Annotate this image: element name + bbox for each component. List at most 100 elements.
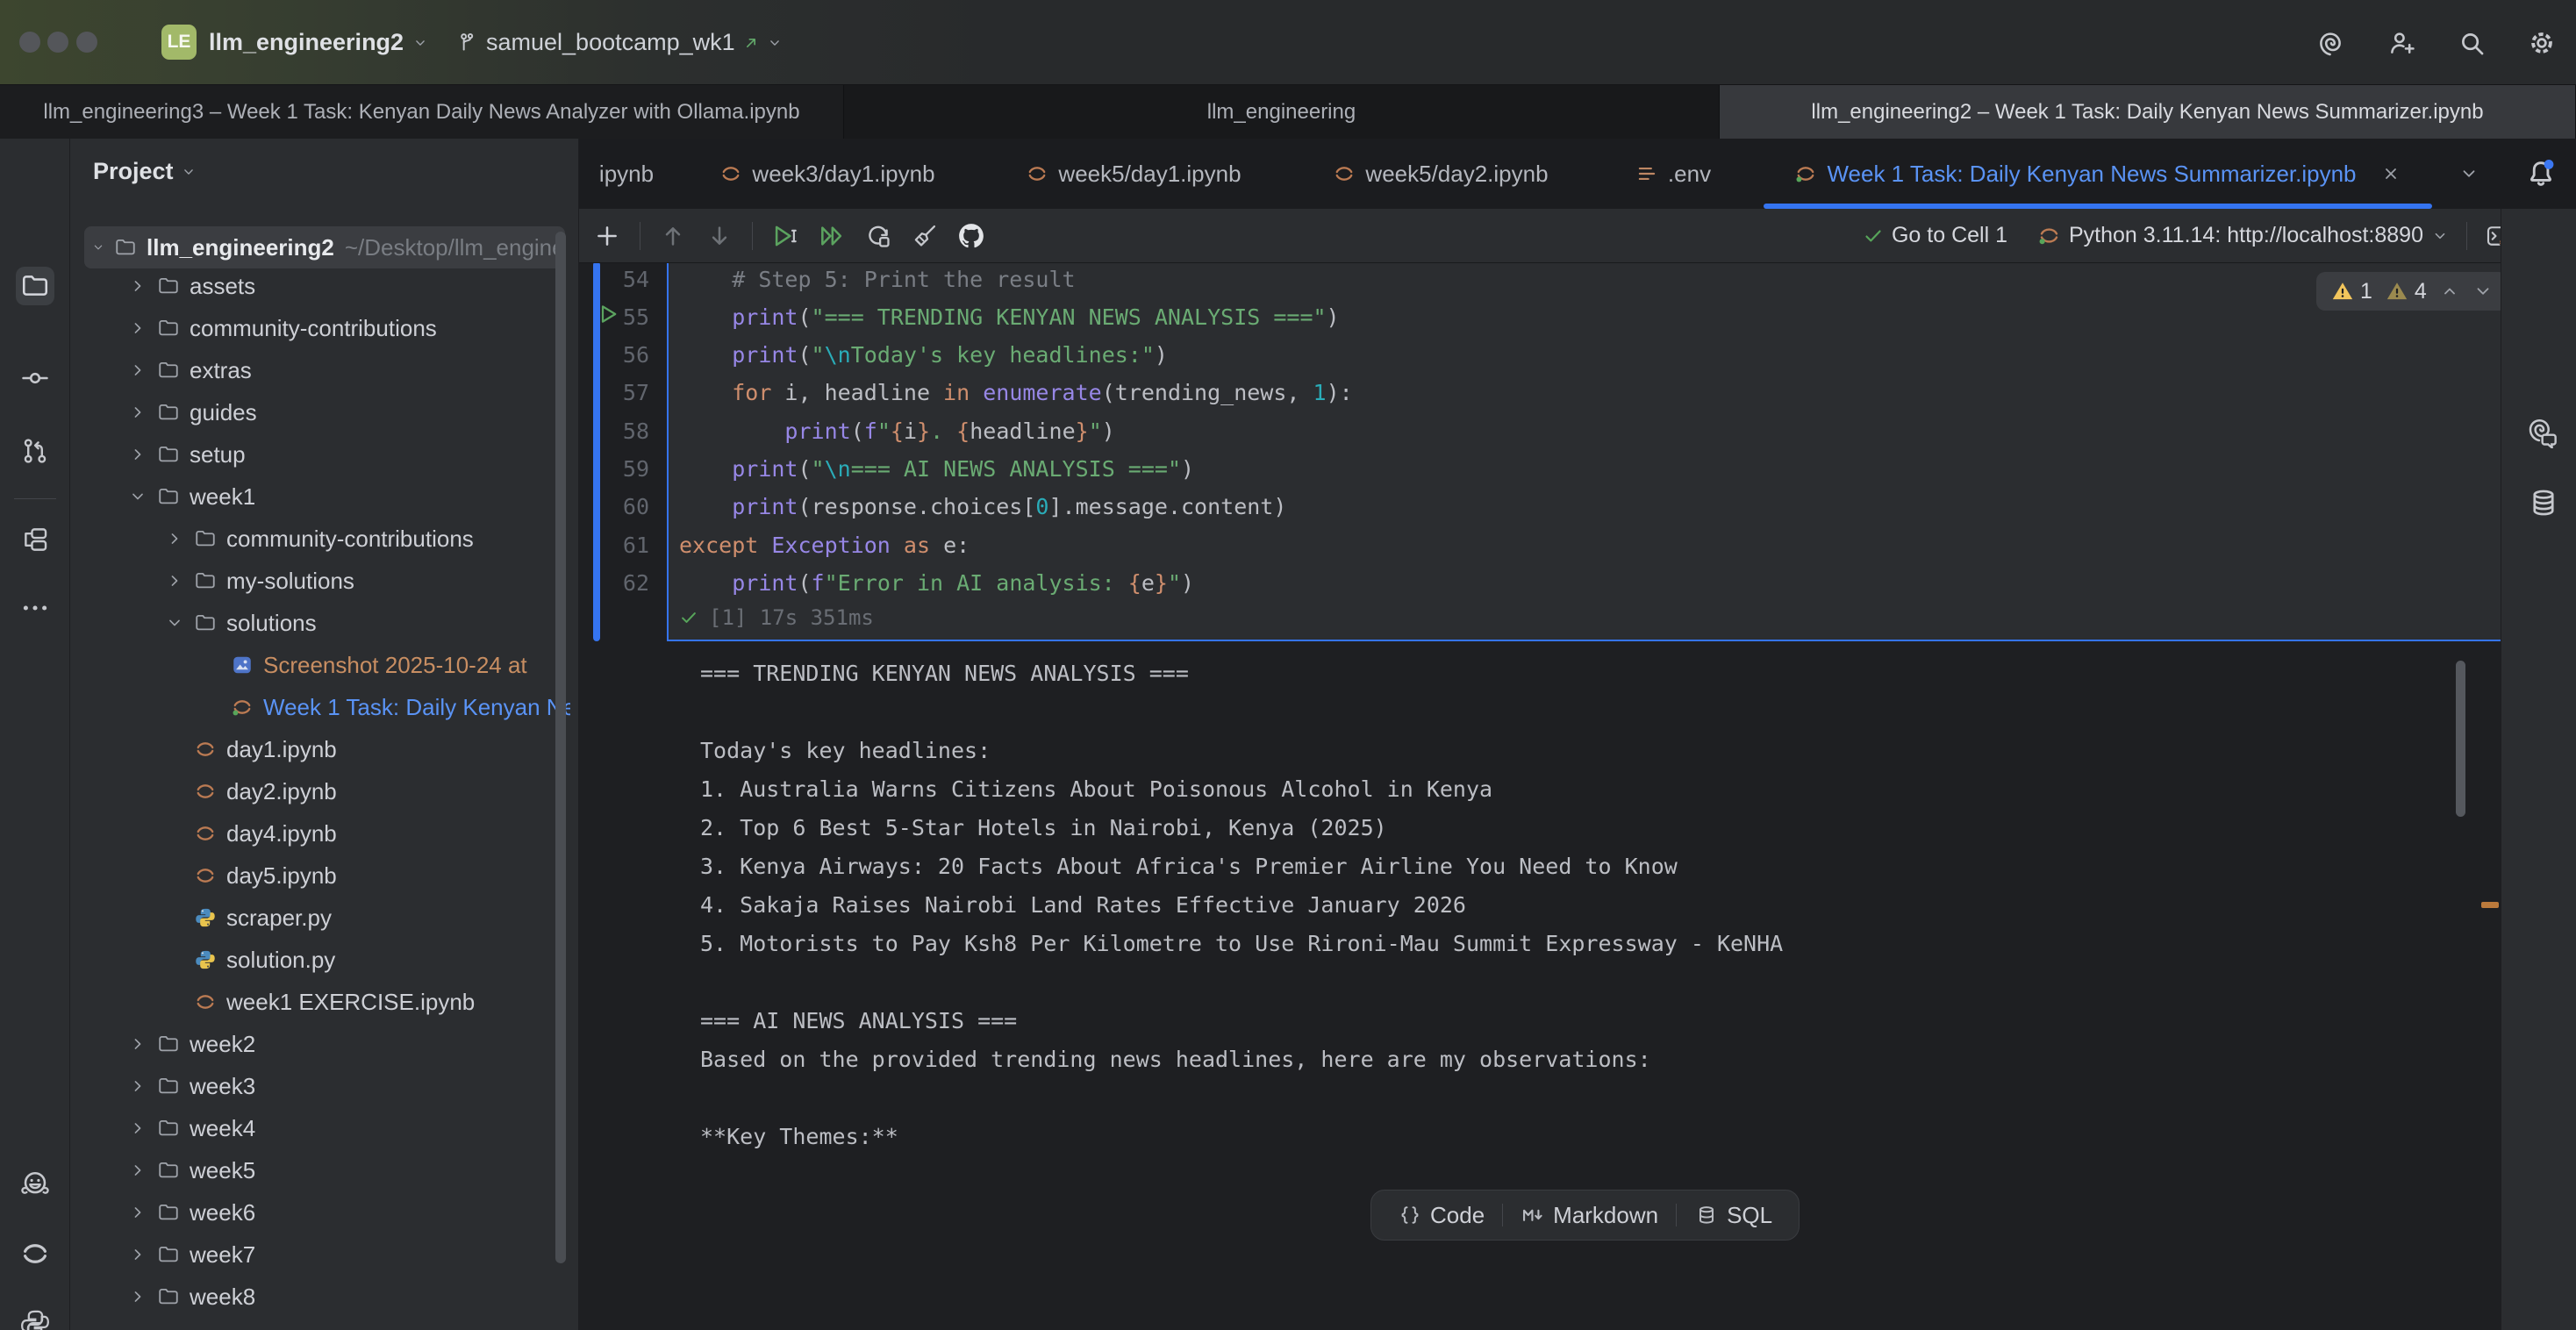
editor-tab-label: Week 1 Task: Daily Kenyan News Summarize… bbox=[1827, 161, 2356, 188]
tree-item-label: solution.py bbox=[226, 947, 335, 974]
tree-item[interactable]: setup bbox=[70, 433, 570, 476]
editor-tab[interactable]: .env bbox=[1595, 139, 1751, 209]
folder-icon bbox=[157, 359, 180, 382]
code-line: 59 print("\n=== AI NEWS ANALYSIS ===") bbox=[600, 450, 1194, 489]
editor-tab[interactable]: week3/day1.ipynb bbox=[674, 139, 981, 209]
tree-item[interactable]: day2.ipynb bbox=[70, 770, 570, 812]
output-line: Today's key headlines: bbox=[700, 732, 1783, 770]
window-tab[interactable]: llm_engineering bbox=[844, 85, 1720, 139]
titlebar-actions bbox=[2316, 0, 2557, 85]
move-up-button[interactable] bbox=[659, 222, 687, 250]
chevron-down-icon bbox=[767, 35, 783, 51]
tool-window-huggingface[interactable] bbox=[16, 1165, 54, 1204]
settings-icon[interactable] bbox=[2527, 28, 2557, 58]
tool-window-python-gray[interactable] bbox=[16, 1305, 54, 1330]
branch-selector[interactable]: samuel_bootcamp_wk1 bbox=[456, 0, 783, 85]
next-issue-icon[interactable] bbox=[2472, 281, 2494, 302]
tree-item[interactable]: solutions bbox=[70, 602, 570, 644]
folder-icon bbox=[157, 1285, 180, 1308]
editor-tab[interactable]: week5/day2.ipynb bbox=[1286, 139, 1595, 209]
tree-item[interactable]: week8 bbox=[70, 1276, 570, 1318]
folder-icon bbox=[157, 275, 180, 297]
tool-window-pull-request[interactable] bbox=[16, 432, 54, 470]
tree-scrollbar[interactable] bbox=[555, 232, 566, 1263]
tree-item[interactable]: week7 bbox=[70, 1233, 570, 1276]
tool-window-ai-assistant[interactable] bbox=[2524, 413, 2563, 452]
notebook-toolbar-right: Go to Cell 1 Python 3.11.14: http://loca… bbox=[1863, 222, 2576, 250]
add-sql-cell-button[interactable]: SQL bbox=[1677, 1196, 1790, 1234]
notebook-editor[interactable]: 54 # Step 5: Print the result55 print("=… bbox=[579, 263, 2501, 1330]
kernel-selector[interactable]: Python 3.11.14: http://localhost:8890 bbox=[2037, 223, 2449, 248]
tool-window-commit[interactable] bbox=[16, 359, 54, 397]
search-icon[interactable] bbox=[2457, 28, 2487, 58]
ai-logo-icon[interactable] bbox=[2316, 28, 2346, 58]
tree-item[interactable]: solution.py bbox=[70, 939, 570, 981]
tree-item[interactable]: week2 bbox=[70, 1023, 570, 1065]
tree-item[interactable]: scraper.py bbox=[70, 897, 570, 939]
editor-tab[interactable]: Week 1 Task: Daily Kenyan News Summarize… bbox=[1751, 139, 2444, 209]
tree-item[interactable]: Screenshot 2025-10-24 at bbox=[70, 644, 570, 686]
tool-window-project-folder[interactable] bbox=[16, 267, 54, 305]
window-minimize-button[interactable] bbox=[47, 32, 68, 53]
code-line: 60 print(response.choices[0].message.con… bbox=[600, 488, 1286, 526]
notifications-bell[interactable] bbox=[2515, 147, 2567, 200]
window-close-button[interactable] bbox=[19, 32, 40, 53]
tree-item[interactable]: week1 bbox=[70, 476, 570, 518]
tool-window-more[interactable] bbox=[16, 589, 54, 627]
tree-item[interactable]: Week 1 Task: Daily Kenyan News Summarize… bbox=[70, 686, 570, 728]
error-stripe-mark[interactable] bbox=[2481, 902, 2499, 908]
tree-item[interactable]: community-contributions bbox=[70, 307, 570, 349]
tree-item[interactable]: week5 bbox=[70, 1149, 570, 1191]
add-markdown-cell-button[interactable]: Markdown bbox=[1503, 1196, 1676, 1234]
tree-item[interactable]: day4.ipynb bbox=[70, 812, 570, 854]
tree-item[interactable]: assets bbox=[70, 265, 570, 307]
braces-icon bbox=[1398, 1203, 1422, 1227]
editor-tab[interactable]: ipynb bbox=[579, 139, 674, 209]
tree-item[interactable]: week4 bbox=[70, 1107, 570, 1149]
hidden-tabs-chevron[interactable] bbox=[2444, 139, 2494, 209]
title-bar: LE llm_engineering2 samuel_bootcamp_wk1 bbox=[0, 0, 2576, 85]
tool-window-structure[interactable] bbox=[16, 520, 54, 559]
tree-item[interactable]: week3 bbox=[70, 1065, 570, 1107]
output-line: 1. Australia Warns Citizens About Poison… bbox=[700, 770, 1783, 809]
tool-window-database[interactable] bbox=[2524, 483, 2563, 522]
github-button[interactable] bbox=[957, 222, 985, 250]
output-line: 2. Top 6 Best 5-Star Hotels in Nairobi, … bbox=[700, 809, 1783, 847]
add-cell-button[interactable] bbox=[593, 222, 621, 250]
tree-item[interactable]: extras bbox=[70, 349, 570, 391]
run-cell-button[interactable] bbox=[771, 222, 799, 250]
tree-item[interactable]: week1 EXERCISE.ipynb bbox=[70, 981, 570, 1023]
close-icon[interactable] bbox=[2380, 163, 2401, 184]
jupyter-icon bbox=[194, 864, 217, 887]
goto-cell-button[interactable]: Go to Cell 1 bbox=[1863, 223, 2007, 248]
add-code-cell-button[interactable]: Code bbox=[1380, 1196, 1502, 1234]
add-user-icon[interactable] bbox=[2386, 28, 2416, 58]
window-zoom-button[interactable] bbox=[76, 32, 97, 53]
tree-item[interactable]: day5.ipynb bbox=[70, 854, 570, 897]
chevron-down-icon bbox=[412, 35, 428, 51]
clear-outputs-button[interactable] bbox=[911, 222, 939, 250]
prev-issue-icon[interactable] bbox=[2439, 281, 2460, 302]
window-tab[interactable]: llm_engineering2 – Week 1 Task: Daily Ke… bbox=[1720, 85, 2576, 139]
tree-root-path: ~/Desktop/llm_engineering2 bbox=[345, 234, 565, 261]
tree-item-root[interactable]: llm_engineering2 ~/Desktop/llm_engineeri… bbox=[84, 226, 565, 268]
tree-item[interactable]: week6 bbox=[70, 1191, 570, 1233]
tree-item[interactable]: day1.ipynb bbox=[70, 728, 570, 770]
project-panel-header[interactable]: Project bbox=[93, 158, 197, 185]
jupyter-icon bbox=[194, 822, 217, 845]
tree-item[interactable]: my-solutions bbox=[70, 560, 570, 602]
inspections-widget[interactable]: 1 4 bbox=[2316, 272, 2501, 311]
project-selector[interactable]: llm_engineering2 bbox=[209, 0, 428, 85]
tree-item[interactable]: community-contributions bbox=[70, 518, 570, 560]
warning-count-strong: 1 bbox=[2330, 279, 2372, 304]
tree-item[interactable]: .env bbox=[70, 1318, 570, 1330]
output-scrollbar[interactable] bbox=[2456, 661, 2465, 817]
tree-item[interactable]: guides bbox=[70, 391, 570, 433]
run-all-button[interactable] bbox=[818, 222, 846, 250]
restart-kernel-button[interactable] bbox=[864, 222, 892, 250]
tree-item-label: week4 bbox=[190, 1115, 255, 1142]
move-down-button[interactable] bbox=[705, 222, 733, 250]
window-tab[interactable]: llm_engineering3 – Week 1 Task: Kenyan D… bbox=[0, 85, 844, 139]
tool-window-jupyter-gray[interactable] bbox=[16, 1234, 54, 1273]
editor-tab[interactable]: week5/day1.ipynb bbox=[981, 139, 1286, 209]
